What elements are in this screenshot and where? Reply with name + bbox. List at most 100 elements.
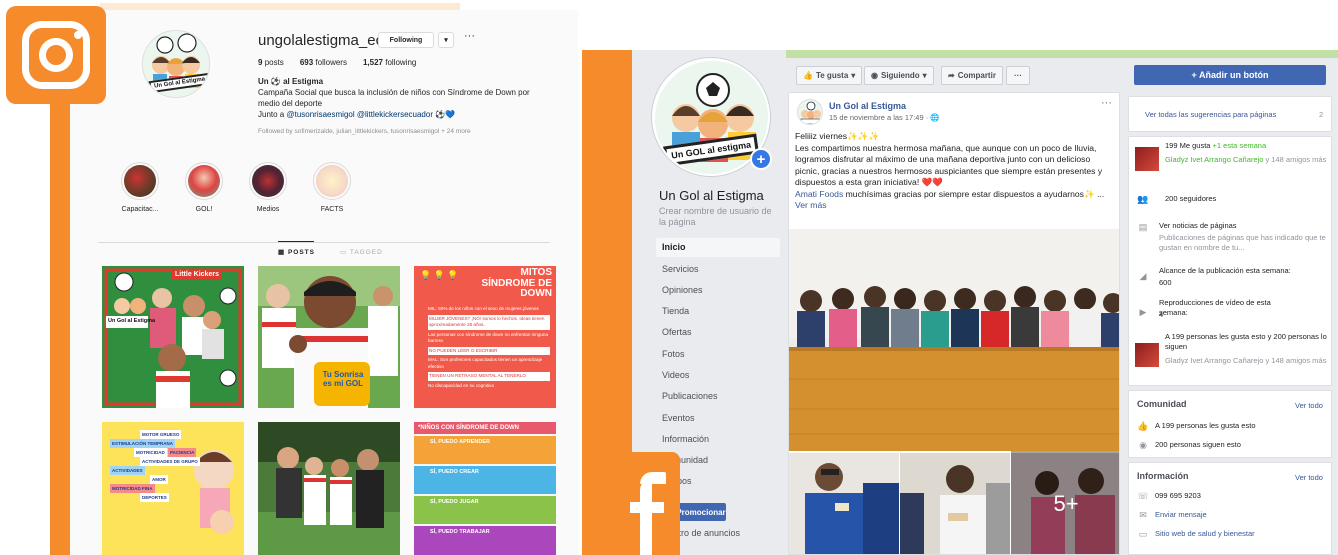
community-follows: 200 personas siguen esto bbox=[1155, 440, 1241, 449]
sponsor-link[interactable]: Amati Foods bbox=[795, 189, 843, 199]
friend-name-link[interactable]: Gladyz Ivet Arrango Cañarejo bbox=[1165, 155, 1263, 164]
tabs-divider bbox=[98, 242, 550, 243]
post-row-1: SÍ, PUEDO APRENDER bbox=[414, 436, 556, 464]
follow-dropdown-button[interactable]: ▾ bbox=[438, 32, 454, 48]
create-username-link[interactable]: Crear nombre de usuario de la página bbox=[659, 206, 779, 228]
highlight-capacitaciones[interactable]: Capacitac... bbox=[110, 162, 170, 213]
page-stats-card: 199 Me gusta +1 esta semana Gladyz Ivet … bbox=[1128, 136, 1332, 386]
see-more-link[interactable]: Ver más bbox=[795, 200, 827, 210]
nav-ofertas[interactable]: Ofertas bbox=[656, 323, 780, 342]
post-image bbox=[258, 422, 400, 555]
website-link[interactable]: Sitio web de salud y bienestar bbox=[1155, 529, 1255, 539]
post-tile-6[interactable]: *NIÑOS CON SÍNDROME DE DOWN SÍ, PUEDO AP… bbox=[414, 422, 556, 555]
followers-icon: 👥 bbox=[1137, 194, 1149, 204]
instagram-profile-avatar[interactable]: Un Gol al Estigma bbox=[142, 30, 210, 98]
post-label-list: MOTOR GRUESO ESTIMULACIÓN TEMPRANA MOTRI… bbox=[110, 430, 200, 502]
post-photo-thumb-2[interactable] bbox=[900, 453, 1010, 554]
nav-publicaciones[interactable]: Publicaciones bbox=[656, 387, 780, 406]
post-author-avatar[interactable] bbox=[797, 99, 823, 125]
post-title: MITOS SÍNDROME DE DOWN bbox=[481, 267, 552, 299]
post-tile-4[interactable]: MOTOR GRUESO ESTIMULACIÓN TEMPRANA MOTRI… bbox=[102, 422, 244, 555]
post-tile-2[interactable]: Tu Sonrisa es mi GOL bbox=[258, 266, 400, 408]
following-button[interactable]: Following bbox=[378, 32, 434, 48]
friend-avatar bbox=[1135, 147, 1159, 171]
share-page-button[interactable]: ➦ Compartir bbox=[941, 66, 1003, 85]
cover-photo-strip bbox=[786, 50, 1338, 58]
chevron-down-icon: ▾ bbox=[851, 71, 856, 80]
post-text: Feliiiz viernes✨✨✨ Les compartimos nuest… bbox=[795, 131, 1113, 212]
website-icon: ▭ bbox=[1138, 529, 1148, 539]
likes-friends-line: Gladyz Ivet Arrango Cañarejo y 148 amigo… bbox=[1165, 155, 1327, 164]
info-see-all-link[interactable]: Ver todo bbox=[1295, 473, 1323, 483]
reach-label: Alcance de la publicación esta semana: bbox=[1159, 266, 1291, 275]
stat-following[interactable]: 1,527 following bbox=[363, 58, 416, 67]
post-image bbox=[900, 453, 1010, 554]
bio-mention-links[interactable]: @tusonrisaesmigol @littlekickersecuador bbox=[286, 110, 433, 119]
page-name: Un Gol al Estigma bbox=[659, 188, 764, 203]
more-actions-button[interactable]: ··· bbox=[1006, 66, 1030, 85]
stat-posts[interactable]: 9 posts bbox=[258, 58, 284, 67]
post-tile-3[interactable]: MITOS SÍNDROME DE DOWN 💡 💡 💡 MIL: 50% de… bbox=[414, 266, 556, 408]
highlight-thumb bbox=[316, 165, 348, 197]
rss-icon: ◉ bbox=[1139, 440, 1147, 450]
profile-bio: Un ⚽ al Estigma Campaña Social que busca… bbox=[258, 76, 548, 120]
nav-videos[interactable]: Videos bbox=[656, 366, 780, 385]
share-icon: ➦ bbox=[948, 71, 955, 80]
nav-servicios[interactable]: Servicios bbox=[656, 260, 780, 279]
highlight-thumb bbox=[252, 165, 284, 197]
tab-posts[interactable]: ▦ POSTS bbox=[278, 248, 315, 256]
see-all-suggestions-link[interactable]: Ver todas las sugerencias para páginas bbox=[1145, 110, 1276, 120]
send-message-link[interactable]: Enviar mensaje bbox=[1155, 510, 1207, 520]
community-see-all-link[interactable]: Ver todo bbox=[1295, 401, 1323, 411]
phone-number: 099 695 9203 bbox=[1155, 491, 1201, 500]
reach-value: 600 bbox=[1159, 278, 1172, 287]
highlight-facts[interactable]: FACTS bbox=[302, 162, 362, 213]
post-options-icon[interactable]: ··· bbox=[1101, 97, 1112, 109]
nav-inicio[interactable]: Inicio bbox=[656, 238, 780, 257]
post-row-4: SÍ, PUEDO TRABAJAR bbox=[414, 526, 556, 555]
active-tab-indicator bbox=[278, 241, 314, 242]
nav-informacion[interactable]: Información bbox=[656, 430, 780, 449]
nav-tienda[interactable]: Tienda bbox=[656, 302, 780, 321]
nav-fotos[interactable]: Fotos bbox=[656, 345, 780, 364]
highlight-thumb bbox=[188, 165, 220, 197]
community-card: Comunidad Ver todo 👍 A 199 personas les … bbox=[1128, 390, 1332, 458]
rss-icon: ◉ bbox=[871, 71, 878, 80]
community-heading: Comunidad bbox=[1137, 399, 1187, 409]
phone-icon: ☏ bbox=[1137, 491, 1149, 501]
followed-by-text[interactable]: Followed by sofimerizalde, julian_little… bbox=[258, 128, 471, 135]
more-photos-overlay[interactable]: 5+ bbox=[1011, 451, 1119, 554]
post-timestamp[interactable]: 15 de noviembre a las 17:49 · 🌐 bbox=[829, 113, 940, 122]
post-author-name[interactable]: Un Gol al Estigma bbox=[829, 101, 906, 111]
thumbs-up-icon: 👍 bbox=[1137, 421, 1149, 431]
highlight-gol[interactable]: GOL! bbox=[174, 162, 234, 213]
follow-page-button[interactable]: ◉ Siguiendo ▾ bbox=[864, 66, 934, 85]
like-page-button[interactable]: 👍 Te gusta ▾ bbox=[796, 66, 863, 85]
video-plays-label: Reproducciones de vídeo de esta semana: bbox=[1159, 298, 1271, 317]
post-main-photo[interactable] bbox=[789, 229, 1119, 451]
chart-icon: ◢ bbox=[1139, 271, 1147, 281]
more-options-icon[interactable]: ··· bbox=[464, 30, 475, 42]
post-photo-thumb-1[interactable] bbox=[789, 453, 899, 554]
bio-description: Campaña Social que busca la inclusión de… bbox=[258, 88, 530, 108]
stat-followers[interactable]: 693 followers bbox=[300, 58, 347, 67]
post-tile-1[interactable]: Little Kickers Un Gol al Estigma bbox=[102, 266, 244, 408]
highlight-medios[interactable]: Medios bbox=[238, 162, 298, 213]
facebook-logo-icon bbox=[608, 452, 680, 555]
post-tile-5[interactable] bbox=[258, 422, 400, 555]
add-photo-icon[interactable]: + bbox=[750, 148, 772, 170]
nav-eventos[interactable]: Eventos bbox=[656, 409, 780, 428]
info-heading: Información bbox=[1137, 471, 1189, 481]
page-news-link[interactable]: Ver noticias de páginas bbox=[1159, 221, 1237, 231]
post-caption: Un Gol al Estigma bbox=[108, 318, 156, 324]
highlight-thumb bbox=[124, 165, 156, 197]
promote-button[interactable]: Promocionar bbox=[676, 503, 726, 521]
nav-opiniones[interactable]: Opiniones bbox=[656, 281, 780, 300]
friend-avatar bbox=[1135, 343, 1159, 367]
post-badge: Little Kickers bbox=[172, 270, 222, 279]
info-card: Información Ver todo ☏ 099 695 9203 ✉ En… bbox=[1128, 462, 1332, 555]
likes-week: +1 esta semana bbox=[1212, 141, 1267, 150]
tab-tagged[interactable]: ▭ TAGGED bbox=[340, 248, 383, 256]
chevron-down-icon: ▾ bbox=[922, 71, 927, 80]
add-button[interactable]: + Añadir un botón bbox=[1134, 65, 1326, 85]
